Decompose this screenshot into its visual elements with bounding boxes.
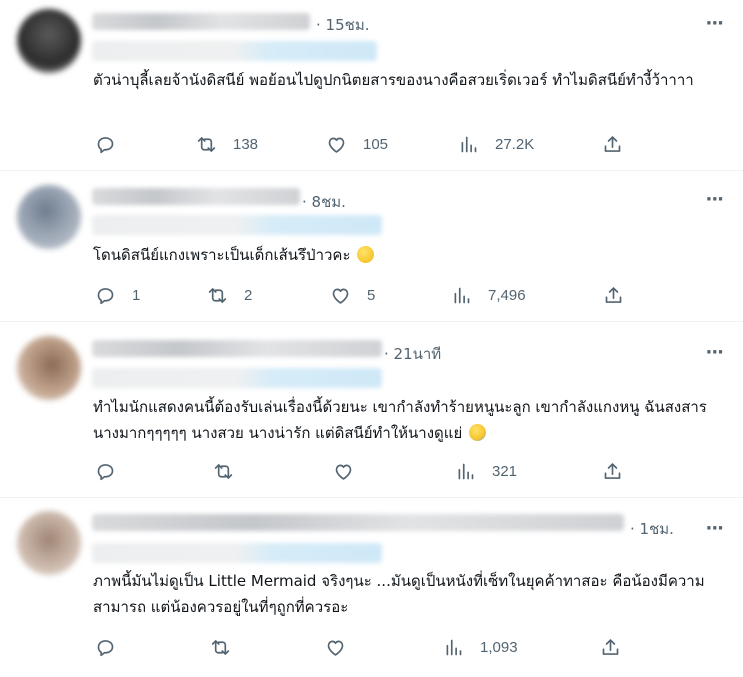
crying-face-emoji: [469, 424, 487, 441]
tweet-time-label: 21นาที: [393, 345, 442, 363]
views-icon: [458, 463, 474, 479]
more-icon[interactable]: ···: [705, 15, 723, 33]
user-handle[interactable]: [92, 41, 377, 61]
reply-icon: [97, 639, 114, 656]
reply-count: 1: [132, 286, 141, 304]
share-button[interactable]: [602, 459, 623, 483]
tweet-text-block: โดนดิสนีย์แกงเพราะเป็นเด็กเส้นรึป่าวคะ: [93, 242, 713, 268]
share-button[interactable]: [603, 283, 624, 307]
tweet-text: ทำไมนักแสดงคนนี้ต้องรับเล่นเรื่องนี้ด้วย…: [93, 398, 707, 442]
view-count: 27.2K: [495, 135, 535, 153]
retweet-button[interactable]: [213, 459, 250, 483]
avatar[interactable]: [17, 511, 81, 575]
like-count: 105: [363, 135, 389, 153]
views-icon: [454, 287, 470, 303]
view-count: 1,093: [480, 638, 518, 656]
views-button[interactable]: 27.2K: [458, 132, 534, 156]
tweet-time[interactable]: · 15ชม.: [316, 13, 369, 37]
more-icon[interactable]: ···: [705, 344, 723, 362]
share-icon: [605, 286, 622, 303]
user-name[interactable]: [92, 188, 300, 205]
tweet-time[interactable]: · 8ชม.: [302, 190, 346, 214]
like-count: 5: [367, 286, 376, 304]
views-icon: [446, 639, 462, 655]
tweet-time[interactable]: · 21นาที: [384, 342, 441, 366]
tweet-1[interactable]: · 15ชม. ··· ตัวน่าบุลี้เลยจ้านังดิสนีย์ …: [0, 0, 743, 171]
views-icon: [461, 136, 477, 152]
tweet-actions: 138 105 27.2K: [0, 132, 743, 156]
tweet-actions: 1 2 5 7,496: [0, 283, 743, 307]
views-button[interactable]: 321: [455, 459, 517, 483]
reply-icon: [97, 287, 114, 304]
like-button[interactable]: [333, 459, 370, 483]
tweet-4[interactable]: · 1ชม. ··· ภาพนี้มันไม่ดูเป็น Little Mer…: [0, 498, 743, 677]
tweet-2[interactable]: · 8ชม. ··· โดนดิสนีย์แกงเพราะเป็นเด็กเส้…: [0, 171, 743, 322]
reply-button[interactable]: [95, 132, 132, 156]
heart-icon: [335, 464, 352, 480]
user-handle[interactable]: [92, 543, 382, 563]
tweet-text: ภาพนี้มันไม่ดูเป็น Little Mermaid จริงๆน…: [93, 572, 705, 616]
user-handle[interactable]: [92, 368, 382, 388]
tweet-time[interactable]: · 1ชม.: [630, 517, 674, 541]
tweet-time-label: 8ชม.: [311, 193, 346, 211]
tweet-text-block: ทำไมนักแสดงคนนี้ต้องรับเล่นเรื่องนี้ด้วย…: [93, 394, 713, 446]
share-button[interactable]: [600, 635, 621, 659]
share-icon: [604, 462, 621, 479]
reply-icon: [97, 463, 114, 480]
retweet-icon: [208, 287, 227, 303]
more-icon[interactable]: ···: [705, 191, 723, 209]
like-button[interactable]: 105: [326, 132, 388, 156]
retweet-icon: [197, 136, 216, 152]
more-icon[interactable]: ···: [705, 520, 723, 538]
retweet-count: 138: [233, 135, 259, 153]
user-name[interactable]: [92, 340, 382, 357]
heart-icon: [332, 288, 349, 304]
view-count: 7,496: [488, 286, 526, 304]
avatar[interactable]: [17, 336, 81, 400]
share-icon: [604, 135, 621, 152]
reply-button[interactable]: [95, 635, 132, 659]
retweet-icon: [214, 463, 233, 479]
reply-button[interactable]: 1: [95, 283, 140, 307]
user-name[interactable]: [92, 514, 624, 531]
heart-icon: [327, 640, 344, 656]
user-handle[interactable]: [92, 215, 382, 235]
retweet-count: 2: [244, 286, 253, 304]
reply-button[interactable]: [95, 459, 132, 483]
tweet-actions: 321: [0, 459, 743, 483]
views-button[interactable]: 1,093: [443, 635, 518, 659]
share-icon: [602, 638, 619, 655]
avatar[interactable]: [17, 185, 81, 249]
tweet-text: โดนดิสนีย์แกงเพราะเป็นเด็กเส้นรึป่าวคะ: [93, 246, 351, 264]
tweet-actions: 1,093: [0, 635, 743, 659]
avatar[interactable]: [17, 9, 81, 73]
like-button[interactable]: [325, 635, 362, 659]
user-name[interactable]: [92, 13, 310, 30]
tweet-time-label: 1ชม.: [639, 520, 674, 538]
share-button[interactable]: [602, 132, 623, 156]
retweet-button[interactable]: 2: [207, 283, 252, 307]
retweet-icon: [211, 639, 230, 655]
view-count: 321: [492, 462, 518, 480]
tweet-text: ตัวน่าบุลี้เลยจ้านังดิสนีย์ พอย้อนไปดูปก…: [93, 71, 694, 89]
views-button[interactable]: 7,496: [451, 283, 526, 307]
heart-icon: [328, 137, 345, 153]
retweet-button[interactable]: [210, 635, 247, 659]
tweet-time-label: 15ชม.: [325, 16, 370, 34]
tweet-3[interactable]: · 21นาที ··· ทำไมนักแสดงคนนี้ต้องรับเล่น…: [0, 322, 743, 498]
like-button[interactable]: 5: [330, 283, 375, 307]
retweet-button[interactable]: 138: [196, 132, 258, 156]
reply-icon: [97, 136, 114, 153]
hot-face-emoji: [357, 246, 375, 263]
